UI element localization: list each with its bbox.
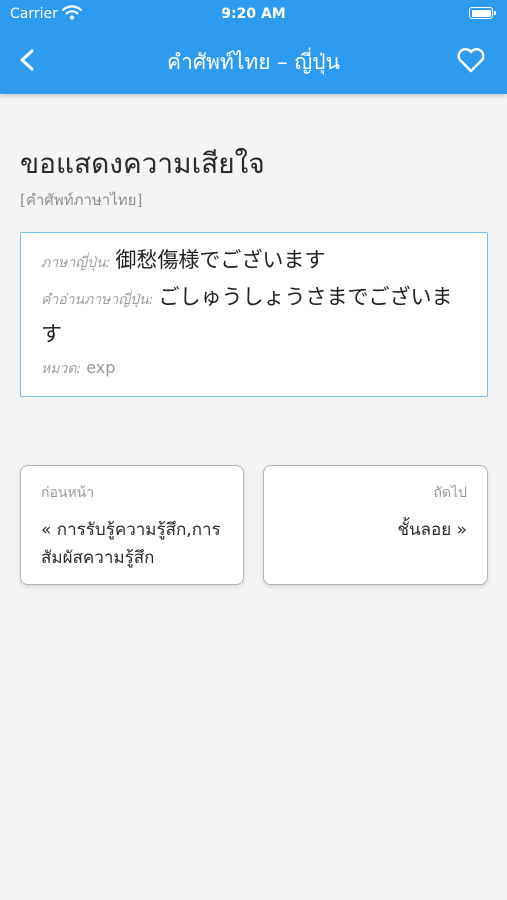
status-time: 9:20 AM (221, 6, 286, 22)
detail-card: ภาษาญี่ปุ่น: 御愁傷様でございます คำอ่านภาษาญี่ปุ่… (20, 232, 488, 397)
category-value: exp (86, 358, 116, 377)
previous-entry-card[interactable]: ก่อนหน้า « การรับรู้ความรู้สึก,การสัมผัส… (20, 465, 244, 585)
app-header: Carrier 9:20 AM คำศัพท์ไทย – ญี่ปุ่น (0, 0, 507, 94)
reading-label: คำอ่านภาษาญี่ปุ่น: (41, 292, 154, 308)
next-entry-card[interactable]: ถัดไป ชั้นลอย » (263, 465, 488, 585)
category-row: หมวด: exp (41, 355, 467, 382)
previous-label: ก่อนหน้า (41, 485, 95, 501)
next-label: ถัดไป (433, 485, 468, 501)
term-subtitle: [คำศัพท์ภาษาไทย] (20, 191, 143, 209)
japanese-row: ภาษาญี่ปุ่น: 御愁傷様でございます (41, 243, 467, 280)
nav-title: คำศัพท์ไทย – ญี่ปุ่น (167, 50, 340, 74)
next-value: ชั้นลอย » (397, 520, 467, 540)
battery-icon (469, 7, 496, 19)
heart-outline-icon (457, 48, 485, 73)
japanese-label: ภาษาญี่ปุ่น: (41, 255, 111, 271)
reading-row: คำอ่านภาษาญี่ปุ่น: ごしゅうしょうさまでございます (41, 280, 467, 353)
term-heading: ขอแสดงความเสียใจ (20, 147, 265, 180)
category-label: หมวด: (41, 361, 82, 377)
status-bar: Carrier 9:20 AM (0, 0, 507, 28)
previous-value: « การรับรู้ความรู้สึก,การสัมผัสความรู้สึ… (41, 520, 221, 568)
favorite-button[interactable] (455, 44, 487, 76)
japanese-value: 御愁傷様でございます (115, 248, 326, 272)
